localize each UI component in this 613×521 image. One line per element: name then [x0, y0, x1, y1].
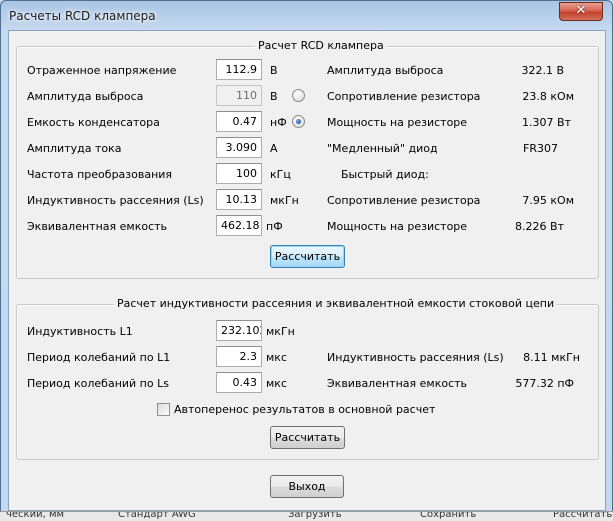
rcd-group: Расчет RCD клампера Отраженное напряжени…	[16, 39, 599, 279]
result-leakage-label: Индуктивность рассеяния (Ls)	[327, 351, 504, 364]
current-amplitude-label: Амплитуда тока	[27, 142, 122, 155]
result-resistor-value: 23.8 кОм	[522, 90, 574, 103]
current-amplitude-input[interactable]: 3.090	[216, 137, 262, 158]
result-capacitance-label: Эквивалентная емкость	[327, 377, 468, 390]
leakage-group-title: Расчет индуктивности рассеяния и эквивал…	[114, 297, 558, 310]
leakage-group: Расчет индуктивности рассеяния и эквивал…	[16, 297, 599, 460]
exit-button[interactable]: Выход	[270, 475, 344, 498]
capacitor-label: Емкость конденсатора	[27, 116, 160, 129]
dialog-client-area: Расчет RCD клампера Отраженное напряжени…	[8, 30, 606, 511]
dialog-window: Расчеты RCD клампера ✕ Расчет RCD клампе…	[0, 0, 613, 521]
capacitor-unit: нФ	[270, 116, 287, 129]
capacitor-radio[interactable]	[292, 115, 305, 128]
leakage-inductance-unit: мкГн	[270, 194, 299, 207]
period-ls-input[interactable]: 0.43	[216, 372, 262, 393]
result-spike-amplitude-value: 322.1 В	[521, 64, 564, 77]
title-bar[interactable]: Расчеты RCD клампера ✕	[1, 1, 612, 31]
l1-unit: мкГн	[266, 325, 295, 338]
window-title: Расчеты RCD клампера	[9, 9, 156, 23]
spike-amplitude-label: Амплитуда выброса	[27, 90, 144, 103]
result-capacitance-value: 577.32 пФ	[515, 377, 574, 390]
reflected-voltage-unit: В	[270, 64, 278, 77]
l1-input[interactable]: 232.102	[216, 320, 262, 341]
result-resistor-label: Сопротивление резистора	[327, 90, 481, 103]
fast-resistor-label: Сопротивление резистора	[327, 194, 481, 207]
capacitor-input[interactable]: 0.47	[216, 111, 262, 132]
l1-label: Индуктивность L1	[27, 325, 133, 338]
equivalent-capacitance-label: Эквивалентная емкость	[27, 220, 168, 233]
background-taskbar: ческий, мм Стандарт AWG Загрузить Сохран…	[0, 511, 613, 521]
close-button[interactable]: ✕	[559, 2, 603, 21]
equivalent-capacitance-input[interactable]: 462.18	[216, 215, 262, 236]
period-l1-unit: мкс	[266, 351, 287, 364]
spike-amplitude-unit: В	[270, 90, 278, 103]
rcd-group-title: Расчет RCD клампера	[255, 39, 387, 52]
reflected-voltage-label: Отраженное напряжение	[27, 64, 177, 77]
taskbar-item-2: Стандарт AWG	[118, 511, 196, 520]
autotransfer-label: Автоперенос результатов в основной расче…	[174, 403, 436, 416]
leakage-calculate-button[interactable]: Рассчитать	[270, 426, 345, 449]
spike-amplitude-radio[interactable]	[292, 89, 305, 102]
frequency-unit: кГц	[270, 168, 291, 181]
fast-resistor-value: 7.95 кОм	[522, 194, 574, 207]
taskbar-item-5: Рассчитать	[553, 511, 613, 520]
result-power-label: Мощность на резисторе	[327, 116, 468, 129]
taskbar-item-1: ческий, мм	[6, 511, 65, 520]
autotransfer-checkbox[interactable]	[157, 403, 170, 416]
period-ls-unit: мкс	[266, 377, 287, 390]
capacitor-radio-dot	[296, 119, 301, 124]
rcd-calculate-button[interactable]: Рассчитать	[270, 245, 345, 268]
leakage-inductance-input[interactable]: 10.13	[216, 189, 262, 210]
taskbar-item-3: Загрузить	[288, 511, 342, 520]
equivalent-capacitance-unit: пФ	[266, 220, 283, 233]
result-power-value: 1.307 Вт	[522, 116, 571, 129]
slow-diode-label: "Медленный" диод	[327, 142, 438, 155]
leakage-inductance-label: Индуктивность рассеяния (Ls)	[27, 194, 204, 207]
fast-power-label: Мощность на резисторе	[327, 220, 468, 233]
period-ls-label: Период колебаний по Ls	[27, 377, 169, 390]
fast-diode-label: Быстрый диод:	[341, 168, 429, 181]
fast-power-value: 8.226 Вт	[515, 220, 564, 233]
taskbar-item-4: Сохранить	[420, 511, 477, 520]
current-amplitude-unit: А	[270, 142, 278, 155]
result-spike-amplitude-label: Амплитуда выброса	[327, 64, 444, 77]
spike-amplitude-input: 110	[216, 85, 262, 106]
frequency-input[interactable]: 100	[216, 163, 262, 184]
period-l1-label: Период колебаний по L1	[27, 351, 171, 364]
period-l1-input[interactable]: 2.3	[216, 346, 262, 367]
reflected-voltage-input[interactable]: 112.9	[216, 59, 262, 80]
frequency-label: Частота преобразования	[27, 168, 173, 181]
slow-diode-value: FR307	[523, 142, 558, 155]
result-leakage-value: 8.11 мкГн	[523, 351, 580, 364]
